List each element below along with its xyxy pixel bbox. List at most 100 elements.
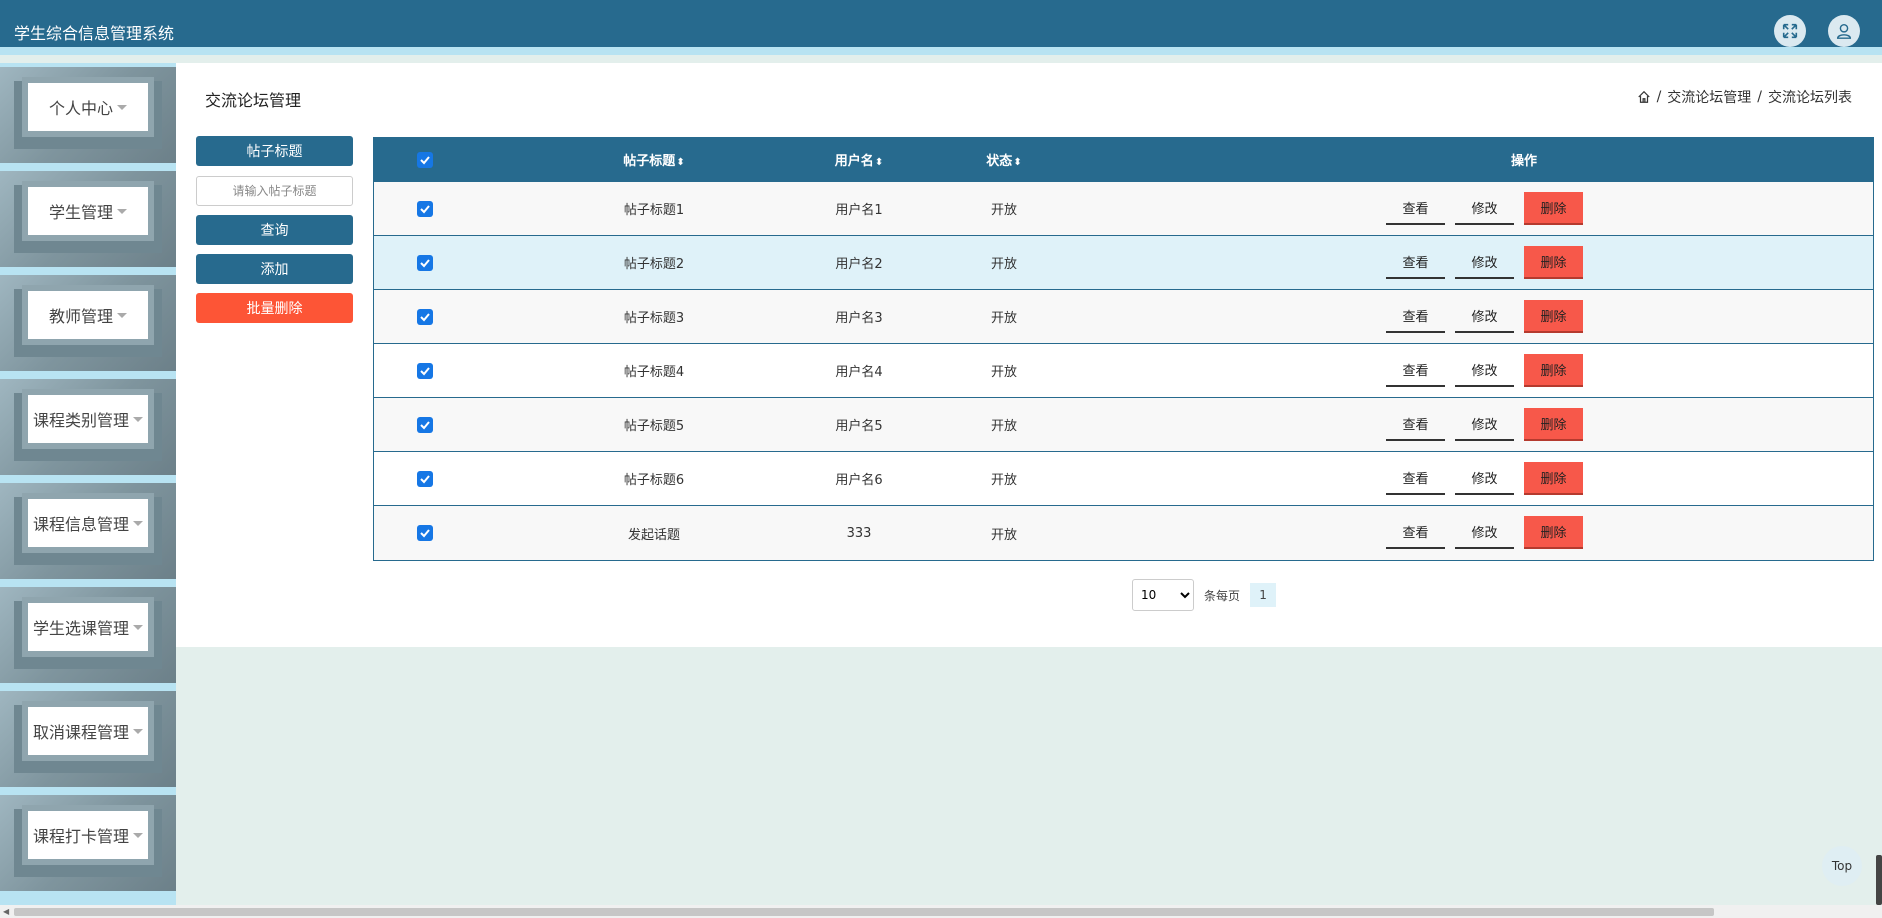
row-checkbox[interactable] — [417, 470, 433, 487]
view-button[interactable]: 查看 — [1386, 300, 1445, 333]
scroll-left-icon[interactable]: ◀ — [3, 907, 9, 916]
edit-button[interactable]: 修改 — [1455, 462, 1514, 495]
breadcrumb-forum-management[interactable]: 交流论坛管理 — [1667, 87, 1751, 107]
breadcrumb: / 交流论坛管理 / 交流论坛列表 — [1637, 87, 1852, 107]
row-actions: 查看 修改 删除 — [1386, 516, 1583, 549]
cell-status: 开放 — [990, 203, 1017, 218]
caret-down-icon — [133, 624, 143, 630]
add-button[interactable]: 添加 — [196, 254, 353, 284]
check-icon — [420, 312, 430, 321]
edit-button[interactable]: 修改 — [1455, 192, 1514, 225]
sidebar-item-label: 取消课程管理 — [32, 723, 129, 742]
check-icon — [420, 155, 430, 164]
cell-title: 帖子标题1 — [623, 203, 685, 218]
app-title: 学生综合信息管理系统 — [14, 24, 175, 43]
back-to-top-button[interactable]: Top — [1822, 846, 1862, 886]
table-row: 发起话题 333 开放 查看 修改 删除 — [374, 506, 1873, 560]
delete-button[interactable]: 删除 — [1524, 462, 1583, 495]
vertical-scroll-thumb[interactable] — [1876, 855, 1882, 905]
cell-user: 用户名6 — [835, 473, 883, 488]
table-row: 帖子标题5 用户名5 开放 查看 修改 删除 — [374, 398, 1873, 452]
row-checkbox[interactable] — [417, 200, 433, 217]
sidebar-item-course-selection[interactable]: 学生选课管理 — [0, 587, 176, 683]
pagination: 10 条每页 1 — [1132, 579, 1277, 611]
query-button[interactable]: 查询 — [196, 215, 353, 245]
column-header-title[interactable]: 帖子标题⬍ — [554, 150, 754, 169]
sidebar-item-student-management[interactable]: 学生管理 — [0, 171, 176, 267]
delete-button[interactable]: 删除 — [1524, 516, 1583, 549]
page-title: 交流论坛管理 — [205, 91, 302, 110]
sort-icon: ⬍ — [676, 157, 685, 168]
column-header-status[interactable]: 状态⬍ — [934, 150, 1074, 169]
check-icon — [420, 204, 430, 213]
breadcrumb-separator: / — [1757, 89, 1762, 105]
table-header-row: 帖子标题⬍ 用户名⬍ 状态⬍ 操作 — [374, 138, 1873, 182]
cell-user: 用户名4 — [835, 365, 883, 380]
forum-table: 帖子标题⬍ 用户名⬍ 状态⬍ 操作 帖子标题1 用户名1 开放 查看 修改 删除… — [373, 137, 1874, 561]
delete-button[interactable]: 删除 — [1524, 246, 1583, 279]
delete-button[interactable]: 删除 — [1524, 408, 1583, 441]
column-header-user[interactable]: 用户名⬍ — [774, 150, 944, 169]
home-icon[interactable] — [1637, 90, 1651, 104]
caret-down-icon — [133, 416, 143, 422]
batch-delete-button[interactable]: 批量删除 — [196, 293, 353, 323]
check-icon — [420, 474, 430, 483]
horizontal-scroll-thumb[interactable] — [14, 908, 1714, 916]
view-button[interactable]: 查看 — [1386, 354, 1445, 387]
row-checkbox[interactable] — [417, 362, 433, 379]
sidebar-item-label: 课程类别管理 — [32, 411, 129, 430]
row-checkbox[interactable] — [417, 254, 433, 271]
edit-button[interactable]: 修改 — [1455, 300, 1514, 333]
cell-status: 开放 — [990, 419, 1017, 434]
edit-button[interactable]: 修改 — [1455, 354, 1514, 387]
fullscreen-button[interactable] — [1774, 15, 1806, 47]
cell-status: 开放 — [990, 365, 1017, 380]
table-row: 帖子标题6 用户名6 开放 查看 修改 删除 — [374, 452, 1873, 506]
edit-button[interactable]: 修改 — [1455, 408, 1514, 441]
view-button[interactable]: 查看 — [1386, 516, 1445, 549]
page-number-current[interactable]: 1 — [1250, 583, 1277, 607]
table-row: 帖子标题1 用户名1 开放 查看 修改 删除 — [374, 182, 1873, 236]
row-checkbox[interactable] — [417, 416, 433, 433]
delete-button[interactable]: 删除 — [1524, 192, 1583, 225]
sidebar-item-course-cancel[interactable]: 取消课程管理 — [0, 691, 176, 787]
edit-button[interactable]: 修改 — [1455, 516, 1514, 549]
view-button[interactable]: 查看 — [1386, 246, 1445, 279]
row-actions: 查看 修改 删除 — [1386, 354, 1583, 387]
sort-icon: ⬍ — [1013, 157, 1022, 168]
row-actions: 查看 修改 删除 — [1386, 408, 1583, 441]
sidebar-item-personal-center[interactable]: 个人中心 — [0, 67, 176, 163]
row-checkbox[interactable] — [417, 525, 433, 541]
select-all-checkbox[interactable] — [417, 151, 433, 168]
cell-title: 帖子标题3 — [623, 311, 685, 326]
page-size-select[interactable]: 10 — [1132, 579, 1194, 611]
sidebar-item-label: 学生管理 — [48, 203, 113, 222]
title-search-input[interactable] — [196, 176, 353, 206]
sidebar-item-teacher-management[interactable]: 教师管理 — [0, 275, 176, 371]
cell-user: 用户名5 — [835, 419, 883, 434]
row-actions: 查看 修改 删除 — [1386, 462, 1583, 495]
fullscreen-icon — [1782, 23, 1798, 39]
sidebar-item-label: 教师管理 — [48, 307, 113, 326]
delete-button[interactable]: 删除 — [1524, 354, 1583, 387]
cell-status: 开放 — [990, 527, 1017, 543]
sidebar-item-course-checkin[interactable]: 课程打卡管理 — [0, 795, 176, 891]
caret-down-icon — [133, 832, 143, 838]
check-icon — [420, 420, 430, 429]
view-button[interactable]: 查看 — [1386, 408, 1445, 441]
caret-down-icon — [117, 312, 127, 318]
user-avatar-button[interactable] — [1828, 15, 1860, 47]
row-checkbox[interactable] — [417, 308, 433, 325]
caret-down-icon — [117, 208, 127, 214]
view-button[interactable]: 查看 — [1386, 192, 1445, 225]
edit-button[interactable]: 修改 — [1455, 246, 1514, 279]
caret-down-icon — [117, 104, 127, 110]
delete-button[interactable]: 删除 — [1524, 300, 1583, 333]
sidebar-item-course-info[interactable]: 课程信息管理 — [0, 483, 176, 579]
view-button[interactable]: 查看 — [1386, 462, 1445, 495]
horizontal-scrollbar[interactable]: ◀ — [0, 905, 1882, 918]
caret-down-icon — [133, 728, 143, 734]
row-actions: 查看 修改 删除 — [1386, 246, 1583, 279]
cell-status: 开放 — [990, 473, 1017, 488]
sidebar-item-course-category[interactable]: 课程类别管理 — [0, 379, 176, 475]
